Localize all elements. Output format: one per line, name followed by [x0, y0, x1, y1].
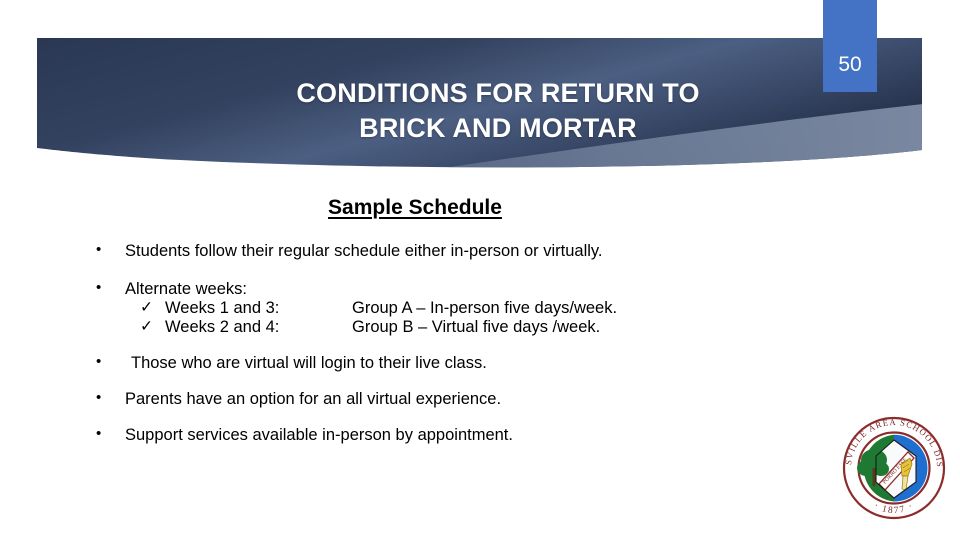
bullet-marker-icon: • [96, 241, 102, 258]
sub-list-item: ✓ Weeks 1 and 3: Group A – In-person five… [0, 299, 830, 318]
title-line-2: BRICK AND MORTAR [359, 113, 637, 144]
bullet-text: Alternate weeks: [125, 280, 247, 299]
title-line-1: CONDITIONS FOR RETURN TO [296, 78, 700, 108]
section-heading-text: Sample Schedule [328, 196, 502, 219]
sub-item-value: Group B – Virtual five days /week. [352, 317, 601, 336]
slide-canvas: CONDITIONS FOR RETURN TO BRICK AND MORTA… [0, 0, 960, 540]
bullet-marker-icon: • [96, 279, 102, 297]
slide-body: Sample Schedule • Students follow their … [0, 196, 830, 445]
bullet-item: • Parents have an option for an all virt… [0, 389, 830, 408]
district-seal-logo: COATESVILLE AREA SCHOOL DISTRICT · 1877 … [838, 412, 950, 524]
bullet-text: Students follow their regular schedule e… [125, 242, 603, 260]
bullet-item: • Support services available in-person b… [0, 425, 830, 445]
bullet-text: Parents have an option for an all virtua… [125, 390, 502, 408]
check-icon: ✓ [140, 298, 153, 316]
sub-item-label: Weeks 1 and 3: [165, 298, 280, 317]
bullet-text: Support services available in-person by … [125, 426, 513, 445]
bullet-item: • Those who are virtual will login to th… [0, 352, 830, 372]
bullet-item: • Students follow their regular schedule… [0, 241, 830, 260]
bullet-marker-icon: • [96, 425, 102, 443]
bullet-marker-icon: • [96, 389, 102, 406]
section-heading: Sample Schedule [0, 196, 830, 220]
bullet-item: • Alternate weeks: [0, 279, 830, 299]
slide-number-label: 50 [838, 53, 862, 76]
sub-list-item: ✓ Weeks 2 and 4: Group B – Virtual five d… [0, 318, 830, 337]
sub-item-value: Group A – In-person five days/week. [352, 298, 618, 317]
page-title: CONDITIONS FOR RETURN TO BRICK AND MORTA… [180, 76, 816, 146]
slide-number-badge: 50 [823, 0, 877, 92]
check-icon: ✓ [140, 317, 153, 335]
bullet-text: Those who are virtual will login to thei… [131, 353, 487, 372]
sub-item-label: Weeks 2 and 4: [165, 317, 280, 336]
bullet-marker-icon: • [96, 352, 102, 370]
